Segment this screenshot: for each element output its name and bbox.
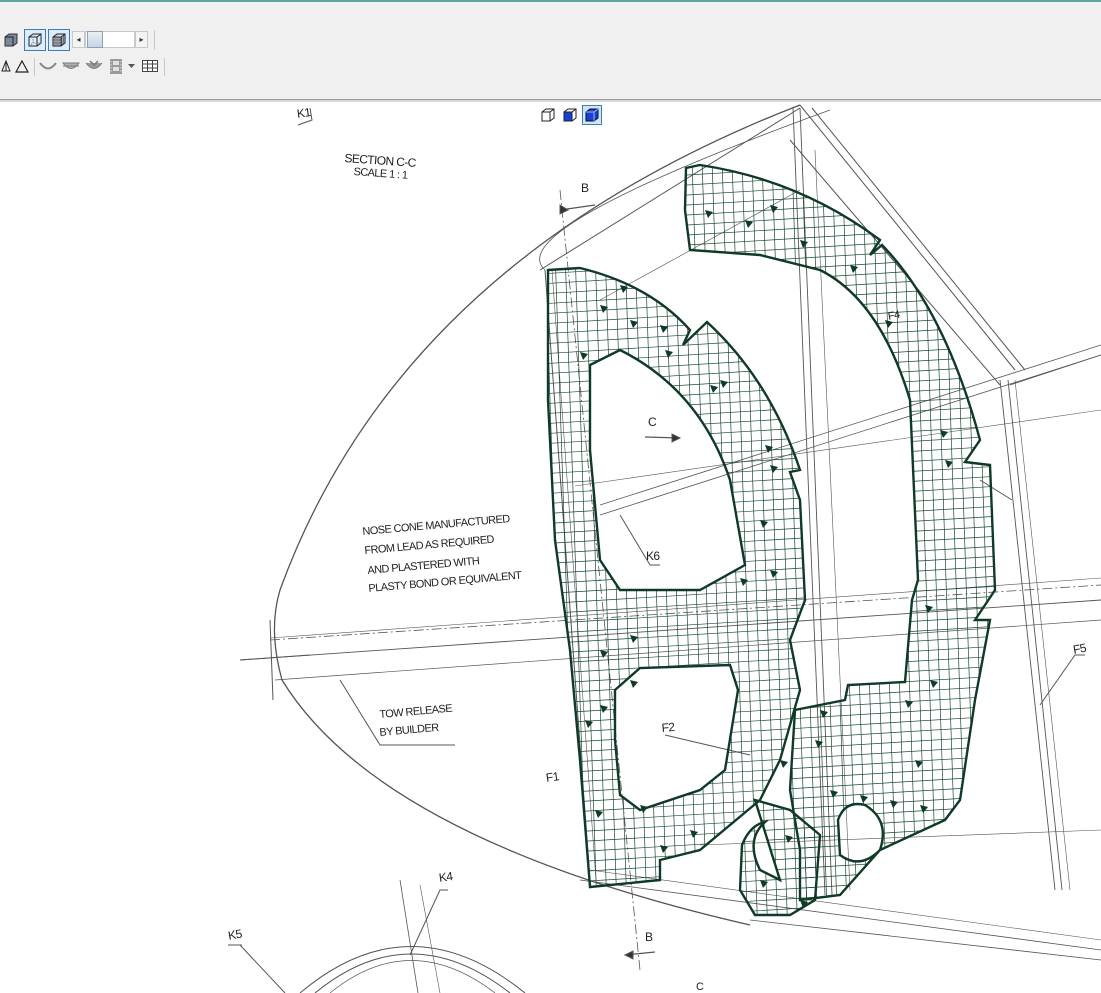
hidden-triangle-icon[interactable] [0, 57, 12, 75]
chevron-right-icon: ▸ [139, 35, 144, 44]
mesh-triangle-element [595, 810, 603, 818]
slider-right-button[interactable]: ▸ [135, 31, 148, 48]
label-k1: K1 [296, 105, 312, 121]
label-f5: F5 [1072, 640, 1088, 657]
label-f4: F4 [887, 308, 901, 323]
view-iso-outline-icon[interactable] [538, 105, 558, 125]
wireframe-box-icon[interactable] [24, 29, 46, 51]
mesh-triangle-element [830, 790, 838, 798]
triangle-outline-icon[interactable] [13, 57, 31, 75]
mesh-triangle-element [720, 380, 728, 388]
toolbar-border [0, 100, 1101, 102]
toolbar: ◂ ▸ [0, 2, 1101, 100]
toolbar-divider [154, 30, 155, 50]
mesh-triangle-element [770, 465, 778, 473]
cad-drawing [228, 104, 1101, 993]
mesh-triangle-element [800, 240, 808, 248]
mesh-triangle-element [585, 720, 593, 728]
graphics-viewport[interactable]: K1 SECTION C-C SCALE 1 : 1 B C K6 NOSE C… [0, 103, 1101, 993]
chevron-left-icon: ◂ [76, 35, 81, 44]
view-iso-blue-icon[interactable] [560, 105, 580, 125]
mesh-triangle-element [665, 350, 673, 358]
label-f1: F1 [545, 769, 560, 785]
slider-left-button[interactable]: ◂ [72, 31, 85, 48]
mesh-triangle-element [690, 830, 698, 838]
mesh-triangle-element [600, 650, 608, 658]
mesh-triangle-element [770, 570, 778, 578]
mesh-triangle-element [850, 265, 858, 273]
view-iso-filled-icon[interactable] [582, 105, 602, 125]
mesh-triangle-element [760, 880, 768, 888]
surface-bowl-icon[interactable] [61, 57, 81, 75]
mesh-triangle-element [630, 320, 638, 328]
mesh-box-icon[interactable] [48, 29, 70, 51]
label-b-top: B [581, 181, 589, 195]
mesh-triangle-element [890, 800, 898, 808]
mesh-triangle-element [630, 635, 638, 643]
toolbar-divider [34, 58, 35, 76]
label-c-bottom: C [696, 981, 704, 993]
mesh-triangle-element [930, 680, 938, 688]
mesh-part-lower-link-grid [740, 800, 820, 915]
fe-mesh-group [546, 163, 997, 917]
label-b-bottom: B [645, 930, 653, 944]
label-k5: K5 [227, 926, 243, 943]
display-slider-thumb[interactable] [87, 31, 103, 48]
mesh-part-front-frame-grid [548, 268, 805, 887]
mesh-triangle-element [780, 760, 788, 768]
label-k6: K6 [646, 549, 660, 563]
shaded-box-icon[interactable] [2, 30, 20, 50]
mesh-triangle-element [580, 352, 588, 360]
mesh-triangle-element [600, 705, 608, 713]
view-orientation-controls [538, 105, 602, 125]
toolbar-divider [164, 58, 165, 76]
mesh-part-rear-frame-grid [685, 165, 995, 900]
mesh-triangle-element [860, 795, 868, 803]
curve-bowl-icon[interactable] [38, 57, 58, 75]
mesh-triangle-element [920, 805, 928, 813]
shell-bowl-icon[interactable] [84, 57, 104, 75]
mesh-triangle-element [630, 680, 638, 688]
label-f2: F2 [661, 719, 675, 735]
dropdown-arrow-icon[interactable] [126, 60, 136, 72]
mesh-triangle-element [710, 385, 718, 393]
label-c: C [648, 415, 657, 429]
table-grid-icon[interactable] [139, 57, 161, 75]
film-strip-icon[interactable] [107, 56, 125, 76]
label-k4: K4 [438, 869, 454, 885]
mesh-triangle-element [760, 520, 768, 528]
